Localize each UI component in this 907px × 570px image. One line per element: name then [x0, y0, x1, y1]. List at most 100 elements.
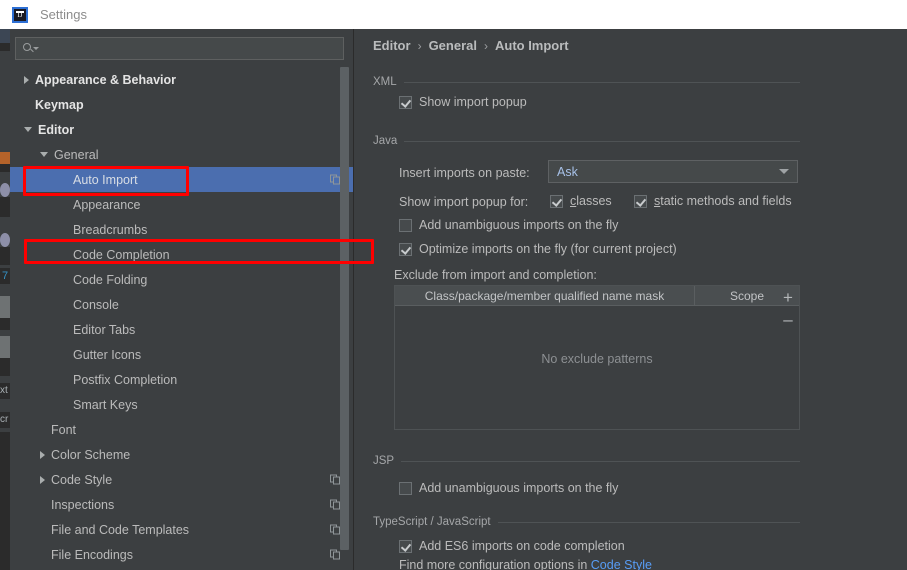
- sidebar-item-editor[interactable]: Editor: [10, 117, 353, 142]
- add-pattern-button[interactable]: +: [777, 287, 799, 309]
- sidebar-item-font[interactable]: Font: [10, 417, 353, 442]
- breadcrumb-separator-icon: ›: [483, 38, 488, 53]
- section-xml: XML: [373, 75, 800, 89]
- sidebar-item-label: Postfix Completion: [73, 372, 178, 387]
- sidebar-item-label: General: [54, 147, 99, 162]
- sidebar-item-label: Auto Import: [73, 172, 138, 187]
- label-show-import-popup-for: Show import popup for:: [399, 195, 529, 209]
- checkbox-label: Show import popup: [419, 95, 527, 109]
- sidebar-item-appearance[interactable]: Appearance: [10, 192, 353, 217]
- section-java: Java: [373, 134, 800, 148]
- remove-pattern-button[interactable]: –: [777, 309, 799, 331]
- sidebar-item-keymap[interactable]: Keymap: [10, 92, 353, 117]
- checkbox-popup-classes[interactable]: classes: [550, 194, 612, 208]
- search-input[interactable]: [37, 41, 343, 56]
- configuration-note: Find more configuration options in Code …: [399, 558, 652, 570]
- checkbox-box[interactable]: [634, 194, 647, 208]
- checkbox-box[interactable]: [399, 95, 412, 109]
- section-java-title: Java: [373, 135, 398, 147]
- sidebar-item-appearance-behavior[interactable]: Appearance & Behavior: [10, 67, 353, 92]
- sidebar-item-inspections[interactable]: Inspections: [10, 492, 353, 517]
- sidebar-scrollbar-track[interactable]: [340, 67, 349, 570]
- sidebar-item-smart-keys[interactable]: Smart Keys: [10, 392, 353, 417]
- sidebar-item-color-scheme[interactable]: Color Scheme: [10, 442, 353, 467]
- checkbox-optimize-imports[interactable]: Optimize imports on the fly (for current…: [399, 242, 677, 256]
- breadcrumb-item-general[interactable]: General: [429, 38, 477, 53]
- section-divider-line: [403, 81, 800, 83]
- table-toolbar: + –: [777, 287, 799, 331]
- breadcrumb-item-editor[interactable]: Editor: [373, 38, 411, 53]
- sidebar-item-postfix-completion[interactable]: Postfix Completion: [10, 367, 353, 392]
- sidebar-item-auto-import[interactable]: Auto Import: [10, 167, 353, 192]
- checkbox-label: static methods and fields: [654, 194, 792, 208]
- sidebar-item-label: Keymap: [35, 97, 84, 112]
- table-header-row: Class/package/member qualified name mask…: [395, 286, 799, 306]
- sidebar-item-code-folding[interactable]: Code Folding: [10, 267, 353, 292]
- chevron-down-icon: [779, 169, 789, 174]
- chevron-down-icon[interactable]: [24, 127, 32, 132]
- sidebar-item-file-and-code-templates[interactable]: File and Code Templates: [10, 517, 353, 542]
- configuration-note-text: Find more configuration options in: [399, 558, 591, 570]
- exclude-patterns-table[interactable]: Class/package/member qualified name mask…: [394, 285, 800, 430]
- checkbox-box[interactable]: [399, 242, 412, 256]
- sidebar-item-label: Editor Tabs: [73, 322, 136, 337]
- checkbox-add-unambiguous-jsp[interactable]: Add unambiguous imports on the fly: [399, 481, 618, 495]
- chevron-down-icon[interactable]: [40, 152, 48, 157]
- sidebar-item-editor-tabs[interactable]: Editor Tabs: [10, 317, 353, 342]
- label-exclude-from-import: Exclude from import and completion:: [394, 268, 597, 282]
- search-icon: [23, 42, 39, 56]
- sidebar-item-label: Gutter Icons: [73, 347, 142, 362]
- chevron-right-icon[interactable]: [24, 75, 29, 84]
- section-jsp-title: JSP: [373, 455, 395, 467]
- checkbox-box[interactable]: [550, 194, 563, 208]
- code-style-link[interactable]: Code Style: [591, 558, 652, 570]
- checkbox-box[interactable]: [399, 539, 412, 553]
- checkbox-label: Add ES6 imports on code completion: [419, 539, 625, 553]
- checkbox-box[interactable]: [399, 218, 412, 232]
- checkbox-add-es6-imports[interactable]: Add ES6 imports on code completion: [399, 539, 625, 553]
- checkbox-add-unambiguous-java[interactable]: Add unambiguous imports on the fly: [399, 218, 618, 232]
- checkbox-box[interactable]: [399, 481, 412, 495]
- checkbox-label: Add unambiguous imports on the fly: [419, 481, 619, 495]
- dropdown-insert-imports-on-paste[interactable]: Ask: [548, 160, 798, 183]
- checkbox-popup-static-members[interactable]: static methods and fields: [634, 194, 792, 208]
- sidebar-item-label: Smart Keys: [73, 397, 138, 412]
- settings-search-box[interactable]: [15, 37, 344, 60]
- window-title: Settings: [40, 7, 87, 22]
- sidebar-item-general[interactable]: General: [10, 142, 353, 167]
- checkbox-label: Optimize imports on the fly (for current…: [419, 242, 677, 256]
- checkbox-label-rest: lasses: [576, 194, 612, 208]
- sidebar-item-label: Appearance & Behavior: [35, 72, 177, 87]
- checkbox-label-rest: tatic methods and fields: [660, 194, 792, 208]
- settings-dialog: Appearance & Behavior Keymap Editor General…: [10, 29, 907, 570]
- sidebar-item-code-completion[interactable]: Code Completion: [10, 242, 353, 267]
- sidebar-item-gutter-icons[interactable]: Gutter Icons: [10, 342, 353, 367]
- checkbox-show-import-popup-xml[interactable]: Show import popup: [399, 95, 527, 109]
- sidebar-item-code-style[interactable]: Code Style: [10, 467, 353, 492]
- chevron-right-icon[interactable]: [40, 475, 45, 484]
- chevron-right-icon[interactable]: [40, 450, 45, 459]
- checkbox-label: classes: [570, 194, 612, 208]
- sidebar-item-label: File Encodings: [51, 547, 133, 562]
- section-java-header: Java: [373, 134, 800, 148]
- section-divider-line: [404, 140, 800, 142]
- sidebar-item-console[interactable]: Console: [10, 292, 353, 317]
- sidebar-item-label: Breadcrumbs: [73, 222, 148, 237]
- sidebar-item-breadcrumbs[interactable]: Breadcrumbs: [10, 217, 353, 242]
- sidebar-item-file-encodings[interactable]: File Encodings: [10, 542, 353, 567]
- sidebar-scrollbar-thumb[interactable]: [340, 67, 349, 550]
- settings-dialog-screen: 7 xt cr IJ Settings Appearance & Behavio…: [0, 0, 907, 570]
- window-titlebar: IJ Settings: [0, 0, 907, 29]
- breadcrumb-item-auto-import[interactable]: Auto Import: [495, 38, 569, 53]
- section-divider-line: [401, 460, 800, 462]
- table-header-name-mask[interactable]: Class/package/member qualified name mask: [395, 286, 695, 305]
- sidebar-item-label: Editor: [38, 122, 75, 137]
